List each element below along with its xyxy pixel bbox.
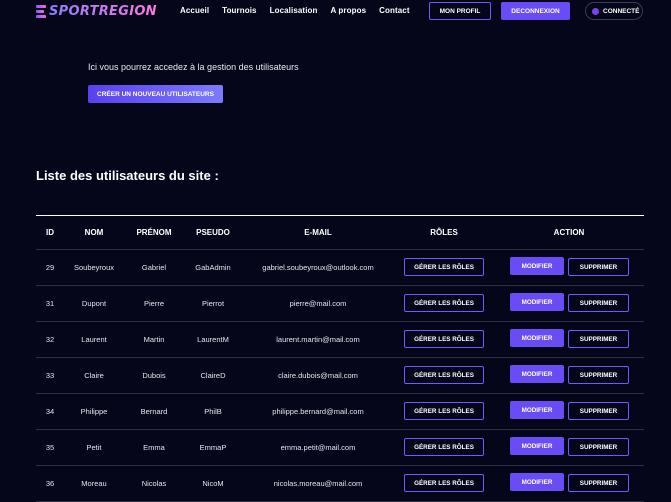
cell-pseudo: Pierrot [201, 299, 225, 308]
table-row: 34 Philippe Bernard PhilB philippe.bernard@m… [36, 394, 644, 430]
manage-roles-button[interactable]: GÉRER LES RÔLES [404, 258, 484, 276]
cell-id: 31 [45, 299, 55, 308]
connection-status: CONNECTÉ [585, 2, 643, 20]
delete-user-button[interactable]: SUPPRIMER [568, 294, 629, 312]
cell-email: nicolas.moreau@mail.com [273, 479, 363, 488]
table-header: ID NOM PRÉNOM PSEUDO E-MAIL RÔLES ACTION [36, 215, 644, 250]
site-logo[interactable]: SPORTREGION [36, 2, 157, 20]
nav-link-tournois[interactable]: Tournois [222, 6, 256, 15]
header-roles: RÔLES [430, 228, 458, 237]
table-row: 36 Moreau Nicolas NicoM nicolas.moreau@mail.… [36, 466, 644, 502]
cell-pseudo: ClaireD [200, 371, 226, 380]
delete-user-button[interactable]: SUPPRIMER [568, 402, 629, 420]
cell-prenom: Martin [143, 335, 165, 344]
delete-user-button[interactable]: SUPPRIMER [568, 474, 629, 492]
top-header: SPORTREGION Accueil Tournois Localisatio… [0, 0, 671, 24]
edit-user-button[interactable]: MODIFIER [510, 293, 564, 311]
cell-email: philippe.bernard@mail.com [272, 407, 364, 416]
delete-user-button[interactable]: SUPPRIMER [568, 366, 629, 384]
logo-text: SPORTREGION [49, 3, 157, 19]
cell-pseudo: LaurentM [197, 335, 229, 344]
cell-id: 32 [45, 335, 55, 344]
cell-pseudo: GabAdmin [195, 263, 231, 272]
main-nav: Accueil Tournois Localisation A propos C… [180, 6, 423, 15]
cell-email: laurent.martin@mail.com [276, 335, 360, 344]
cell-email: pierre@mail.com [289, 299, 347, 308]
cell-prenom: Emma [143, 443, 165, 452]
logo-mark-icon [36, 4, 48, 18]
cell-pseudo: EmmaP [199, 443, 227, 452]
cell-id: 29 [45, 263, 55, 272]
manage-roles-button[interactable]: GÉRER LES RÔLES [404, 474, 484, 492]
nav-link-accueil[interactable]: Accueil [180, 6, 209, 15]
header-nom: NOM [84, 228, 104, 237]
cell-nom: Dupont [81, 299, 107, 308]
logout-button[interactable]: DECONNEXION [501, 2, 570, 20]
cell-prenom: Dubois [142, 371, 166, 380]
table-row: 29 Soubeyroux Gabriel GabAdmin gabriel.soube… [36, 250, 644, 286]
cell-pseudo: NicoM [202, 479, 224, 488]
cell-nom: Soubeyroux [73, 263, 115, 272]
edit-user-button[interactable]: MODIFIER [510, 365, 564, 383]
cell-prenom: Bernard [140, 407, 168, 416]
users-table: ID NOM PRÉNOM PSEUDO E-MAIL RÔLES ACTION… [36, 215, 644, 502]
table-row: 35 Petit Emma EmmaP emma.petit@mail.com GÉRER… [36, 430, 644, 466]
cell-nom: Petit [86, 443, 102, 452]
nav-link-localisation[interactable]: Localisation [270, 6, 318, 15]
status-label: CONNECTÉ [603, 7, 640, 15]
status-dot-icon [592, 7, 599, 15]
manage-roles-button[interactable]: GÉRER LES RÔLES [404, 366, 484, 384]
cell-prenom: Pierre [143, 299, 165, 308]
header-id: ID [46, 228, 54, 237]
manage-roles-button[interactable]: GÉRER LES RÔLES [404, 294, 484, 312]
section-title: Liste des utilisateurs du site : [36, 168, 219, 183]
cell-nom: Laurent [81, 335, 107, 344]
cell-id: 33 [45, 371, 55, 380]
edit-user-button[interactable]: MODIFIER [510, 329, 564, 347]
edit-user-button[interactable]: MODIFIER [510, 401, 564, 419]
header-prenom: PRÉNOM [136, 228, 172, 237]
my-profile-button[interactable]: MON PROFIL [429, 2, 491, 20]
delete-user-button[interactable]: SUPPRIMER [568, 330, 629, 348]
cell-pseudo: PhilB [204, 407, 222, 416]
delete-user-button[interactable]: SUPPRIMER [568, 438, 629, 456]
cell-id: 36 [45, 479, 55, 488]
create-user-button[interactable]: CRÉER UN NOUVEAU UTILISATEURS [88, 85, 223, 103]
cell-email: claire.dubois@mail.com [278, 371, 358, 380]
table-row: 31 Dupont Pierre Pierrot pierre@mail.com GÉRE… [36, 286, 644, 322]
cell-nom: Claire [84, 371, 104, 380]
manage-roles-button[interactable]: GÉRER LES RÔLES [404, 438, 484, 456]
header-email: E-MAIL [304, 228, 332, 237]
cell-email: emma.petit@mail.com [280, 443, 356, 452]
nav-link-a-propos[interactable]: A propos [331, 6, 367, 15]
edit-user-button[interactable]: MODIFIER [510, 473, 564, 491]
cell-email: gabriel.soubeyroux@outlook.com [262, 263, 374, 272]
edit-user-button[interactable]: MODIFIER [510, 437, 564, 455]
table-body: 29 Soubeyroux Gabriel GabAdmin gabriel.soube… [36, 250, 644, 502]
cell-nom: Philippe [80, 407, 108, 416]
manage-roles-button[interactable]: GÉRER LES RÔLES [404, 330, 484, 348]
cell-id: 35 [45, 443, 55, 452]
table-row: 32 Laurent Martin LaurentM laurent.martin@ma… [36, 322, 644, 358]
manage-roles-button[interactable]: GÉRER LES RÔLES [404, 402, 484, 420]
nav-link-contact[interactable]: Contact [379, 6, 409, 15]
delete-user-button[interactable]: SUPPRIMER [568, 258, 629, 276]
header-pseudo: PSEUDO [196, 228, 230, 237]
table-row: 33 Claire Dubois ClaireD claire.dubois@mail.… [36, 358, 644, 394]
cell-nom: Moreau [81, 479, 107, 488]
cell-prenom: Nicolas [141, 479, 167, 488]
header-action: ACTION [553, 228, 585, 237]
cell-prenom: Gabriel [141, 263, 167, 272]
cell-id: 34 [45, 407, 55, 416]
edit-user-button[interactable]: MODIFIER [510, 257, 564, 275]
intro-text: Ici vous pourrez accedez à la gestion de… [88, 62, 299, 72]
